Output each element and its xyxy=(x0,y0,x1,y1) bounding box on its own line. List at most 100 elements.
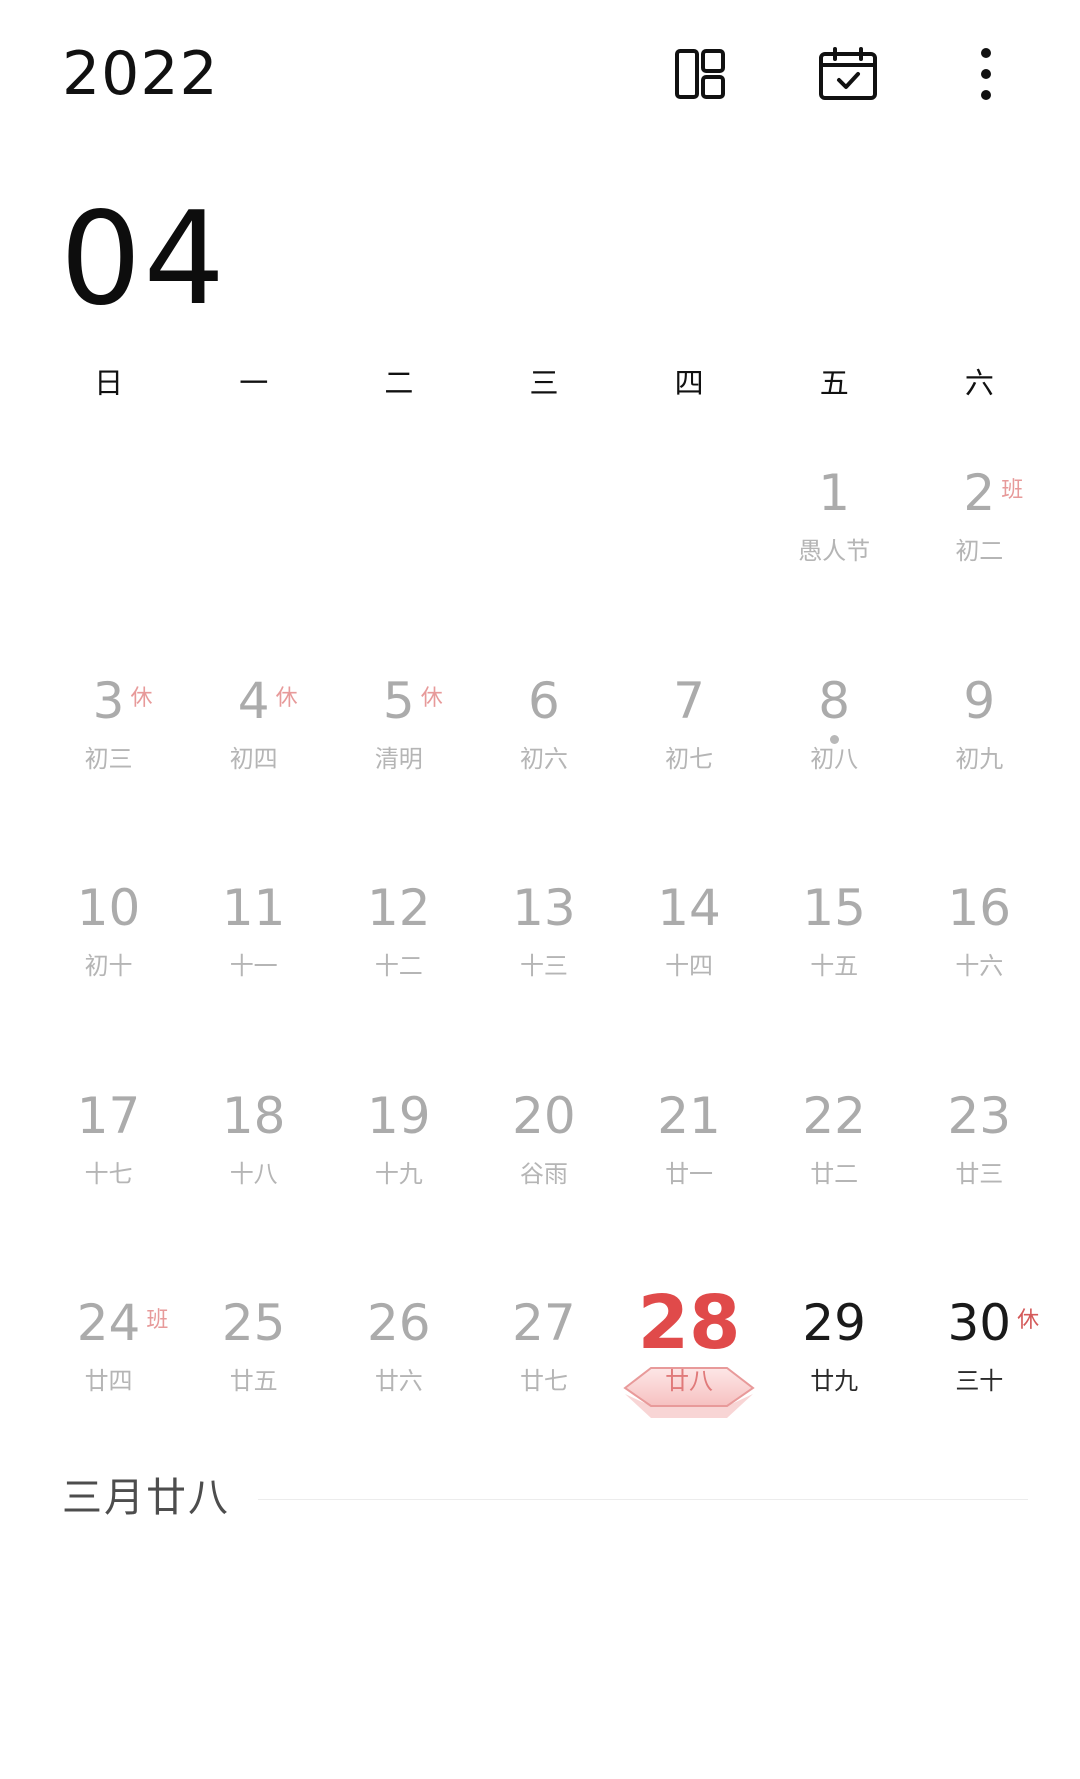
day-number: 27 xyxy=(512,1294,576,1352)
lunar-date: 十六 xyxy=(955,952,1004,980)
lunar-date: 廿五 xyxy=(229,1367,278,1395)
day-number-wrap: 10 xyxy=(36,875,181,941)
weekday-label: 二 xyxy=(384,366,414,400)
lunar-date: 十四 xyxy=(665,952,714,980)
day-number: 30 xyxy=(947,1294,1012,1352)
day-number: 12 xyxy=(367,879,431,937)
lunar-date: 廿三 xyxy=(955,1159,1004,1188)
calendar-day-cell[interactable]: 11 十一 xyxy=(181,855,326,1063)
lunar-date: 廿九 xyxy=(810,1367,859,1395)
lunar-date: 初四 xyxy=(229,744,278,773)
calendar-day-cell[interactable]: 2 班初二 xyxy=(907,440,1052,648)
calendar-day-cell[interactable]: 24 班廿四 xyxy=(36,1270,181,1478)
calendar-day-cell[interactable]: 8 初八 xyxy=(762,648,907,856)
day-number: 13 xyxy=(512,879,576,937)
day-number: 9 xyxy=(963,671,996,730)
holiday-workday-badge: 休 xyxy=(1017,1308,1040,1333)
calendar-day-cell[interactable]: 17 十七 xyxy=(36,1063,181,1271)
day-number-wrap: 13 xyxy=(471,875,616,941)
calendar-day-cell[interactable]: 4 休初四 xyxy=(181,648,326,856)
day-number-wrap: 27 xyxy=(471,1290,616,1356)
lunar-date: 十九 xyxy=(374,1159,423,1188)
calendar-day-cell[interactable]: 12 十二 xyxy=(326,855,471,1063)
day-number: 3 xyxy=(92,671,125,730)
lunar-date: 初八 xyxy=(810,744,859,773)
lunar-date: 廿二 xyxy=(810,1159,859,1188)
day-number: 2 xyxy=(963,464,996,522)
day-number-wrap: 11 xyxy=(181,875,326,941)
day-number-wrap: 6 xyxy=(471,668,616,734)
holiday-workday-badge: 休 xyxy=(130,685,153,711)
day-number-wrap: 12 xyxy=(326,875,471,941)
day-number-wrap: 9 xyxy=(907,668,1052,734)
holiday-workday-badge: 休 xyxy=(275,685,298,711)
calendar-day-cell[interactable]: 15 十五 xyxy=(762,855,907,1063)
calendar-day-cell[interactable]: 10 初十 xyxy=(36,855,181,1063)
day-number: 1 xyxy=(818,464,851,522)
lunar-date: 初十 xyxy=(84,952,133,980)
calendar-day-cell[interactable]: 22 廿二 xyxy=(762,1063,907,1271)
calendar-day-cell[interactable]: 25 廿五 xyxy=(181,1270,326,1478)
day-number: 15 xyxy=(802,879,866,937)
day-number-wrap: 28 xyxy=(617,1286,762,1360)
calendar-empty-cell xyxy=(181,440,326,648)
lunar-date: 廿七 xyxy=(519,1367,568,1395)
calendar-day-cell[interactable]: 19 十九 xyxy=(326,1063,471,1271)
calendar-empty-cell xyxy=(36,440,181,648)
calendar-day-today[interactable]: 28 廿八 xyxy=(617,1270,762,1478)
calendar-day-cell[interactable]: 9 初九 xyxy=(907,648,1052,856)
day-number: 6 xyxy=(528,671,560,730)
day-number-wrap: 15 xyxy=(762,875,907,941)
weekday-header: 日 一 二 三 四 五 六 xyxy=(36,355,1052,411)
calendar-day-cell[interactable]: 27 廿七 xyxy=(471,1270,616,1478)
day-number-wrap: 2班 xyxy=(907,460,1052,526)
day-number-wrap: 30 休 xyxy=(907,1290,1052,1356)
calendar-day-cell[interactable]: 29 廿九 xyxy=(762,1270,907,1478)
calendar-day-cell[interactable]: 3 休初三 xyxy=(36,648,181,856)
lunar-date: 十二 xyxy=(374,952,423,980)
layout-view-button[interactable] xyxy=(660,38,740,110)
calendar-day-cell[interactable]: 7 初七 xyxy=(617,648,762,856)
calendar-day-cell[interactable]: 20 谷雨 xyxy=(471,1063,616,1271)
day-number-wrap: 1 xyxy=(762,460,907,526)
calendar-day-cell[interactable]: 30 休三十 xyxy=(907,1270,1052,1478)
calendar-empty-cell xyxy=(471,440,616,648)
day-number-wrap: 14 xyxy=(617,875,762,941)
lunar-date: 清明 xyxy=(374,744,423,773)
calendar-day-cell[interactable]: 14 十四 xyxy=(617,855,762,1063)
calendar-day-cell[interactable]: 5 休清明 xyxy=(326,648,471,856)
calendar-day-cell[interactable]: 26 廿六 xyxy=(326,1270,471,1478)
day-number: 17 xyxy=(76,1086,141,1145)
calendar-day-cell[interactable]: 23 廿三 xyxy=(907,1063,1052,1271)
calendar-day-cell[interactable]: 13 十三 xyxy=(471,855,616,1063)
day-number-wrap: 23 xyxy=(907,1083,1052,1149)
calendar-day-cell[interactable]: 21 廿一 xyxy=(617,1063,762,1271)
weekday-label: 三 xyxy=(529,366,559,400)
day-number: 11 xyxy=(221,879,286,937)
day-number-wrap: 5休 xyxy=(326,668,471,734)
day-number-wrap: 24 班 xyxy=(36,1290,181,1356)
calendar-day-cell[interactable]: 16 十六 xyxy=(907,855,1052,1063)
holiday-workday-badge: 休 xyxy=(420,685,443,711)
day-number: 21 xyxy=(657,1086,721,1145)
weekday-label: 五 xyxy=(819,366,849,400)
more-options-button[interactable] xyxy=(946,38,1026,110)
calendar-day-cell[interactable]: 1 愚人节 xyxy=(762,440,907,648)
lunar-date: 谷雨 xyxy=(519,1159,568,1188)
calendar-day-cell[interactable]: 18 十八 xyxy=(181,1063,326,1271)
day-number: 7 xyxy=(673,671,705,730)
day-number-wrap: 26 xyxy=(326,1290,471,1356)
day-number: 20 xyxy=(512,1086,576,1145)
holiday-workday-badge: 班 xyxy=(146,1308,169,1333)
day-number: 29 xyxy=(802,1294,866,1352)
year-title[interactable]: 2022 xyxy=(62,38,219,110)
day-number: 5 xyxy=(382,671,415,730)
calendar-day-cell[interactable]: 6 初六 xyxy=(471,648,616,856)
day-number-wrap: 16 xyxy=(907,875,1052,941)
lunar-date: 初七 xyxy=(665,744,714,773)
day-number: 28 xyxy=(637,1280,741,1366)
selected-lunar-date: 三月廿八 xyxy=(62,1475,230,1521)
lunar-date: 十一 xyxy=(229,952,278,980)
go-to-today-button[interactable] xyxy=(808,38,888,110)
day-number: 22 xyxy=(802,1086,866,1145)
